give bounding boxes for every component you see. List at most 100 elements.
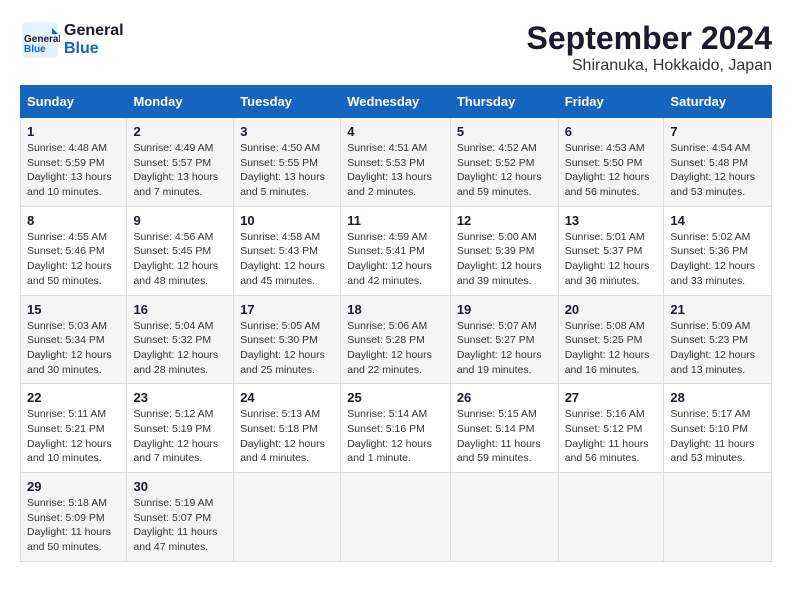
calendar-cell: 23Sunrise: 5:12 AMSunset: 5:19 PMDayligh… <box>127 384 234 473</box>
calendar-cell: 9 Sunrise: 4:56 AMSunset: 5:45 PMDaylight… <box>127 206 234 295</box>
calendar-cell: 30 Sunrise: 5:19 AMSunset: 5:07 PMDayligh… <box>127 473 234 562</box>
weekday-header-thursday: Thursday <box>450 86 558 118</box>
day-info: Sunrise: 4:52 AMSunset: 5:52 PMDaylight:… <box>457 141 552 200</box>
day-info: Sunrise: 5:17 AMSunset: 5:10 PMDaylight:… <box>670 407 765 466</box>
calendar-cell: 16Sunrise: 5:04 AMSunset: 5:32 PMDayligh… <box>127 295 234 384</box>
day-info: Sunrise: 4:48 AMSunset: 5:59 PMDaylight:… <box>27 141 120 200</box>
calendar-week-row: 15Sunrise: 5:03 AMSunset: 5:34 PMDayligh… <box>21 295 772 384</box>
calendar-cell: 25 Sunrise: 5:14 AMSunset: 5:16 PMDayligh… <box>341 384 451 473</box>
day-number: 12 <box>457 213 552 228</box>
day-number: 30 <box>133 479 227 494</box>
day-info: Sunrise: 4:56 AMSunset: 5:45 PMDaylight:… <box>133 230 227 289</box>
day-info: Sunrise: 5:14 AMSunset: 5:16 PMDaylight:… <box>347 407 444 466</box>
day-info: Sunrise: 4:59 AMSunset: 5:41 PMDaylight:… <box>347 230 444 289</box>
day-number: 25 <box>347 390 444 405</box>
calendar-cell: 4Sunrise: 4:51 AMSunset: 5:53 PMDaylight… <box>341 118 451 207</box>
weekday-header-sunday: Sunday <box>21 86 127 118</box>
day-info: Sunrise: 5:02 AMSunset: 5:36 PMDaylight:… <box>670 230 765 289</box>
calendar-week-row: 22Sunrise: 5:11 AMSunset: 5:21 PMDayligh… <box>21 384 772 473</box>
calendar-cell: 28 Sunrise: 5:17 AMSunset: 5:10 PMDayligh… <box>664 384 772 473</box>
day-info: Sunrise: 5:06 AMSunset: 5:28 PMDaylight:… <box>347 319 444 378</box>
day-info: Sunrise: 4:50 AMSunset: 5:55 PMDaylight:… <box>240 141 334 200</box>
day-number: 14 <box>670 213 765 228</box>
calendar-cell: 21 Sunrise: 5:09 AMSunset: 5:23 PMDayligh… <box>664 295 772 384</box>
day-number: 6 <box>565 124 658 139</box>
calendar-cell <box>558 473 664 562</box>
calendar-cell: 17 Sunrise: 5:05 AMSunset: 5:30 PMDayligh… <box>234 295 341 384</box>
calendar-cell: 12 Sunrise: 5:00 AMSunset: 5:39 PMDayligh… <box>450 206 558 295</box>
calendar-cell: 14 Sunrise: 5:02 AMSunset: 5:36 PMDayligh… <box>664 206 772 295</box>
day-info: Sunrise: 5:09 AMSunset: 5:23 PMDaylight:… <box>670 319 765 378</box>
day-info: Sunrise: 5:08 AMSunset: 5:25 PMDaylight:… <box>565 319 658 378</box>
month-title: September 2024 <box>527 20 772 57</box>
weekday-header-tuesday: Tuesday <box>234 86 341 118</box>
day-info: Sunrise: 5:18 AMSunset: 5:09 PMDaylight:… <box>27 496 120 555</box>
calendar-cell: 6 Sunrise: 4:53 AMSunset: 5:50 PMDaylight… <box>558 118 664 207</box>
day-info: Sunrise: 5:07 AMSunset: 5:27 PMDaylight:… <box>457 319 552 378</box>
day-info: Sunrise: 5:00 AMSunset: 5:39 PMDaylight:… <box>457 230 552 289</box>
day-number: 29 <box>27 479 120 494</box>
weekday-header-wednesday: Wednesday <box>341 86 451 118</box>
calendar-week-row: 1 Sunrise: 4:48 AMSunset: 5:59 PMDaylight… <box>21 118 772 207</box>
day-number: 17 <box>240 302 334 317</box>
calendar-cell: 13 Sunrise: 5:01 AMSunset: 5:37 PMDayligh… <box>558 206 664 295</box>
logo-blue-text: Blue <box>64 40 124 58</box>
calendar-cell: 24 Sunrise: 5:13 AMSunset: 5:18 PMDayligh… <box>234 384 341 473</box>
calendar-week-row: 8Sunrise: 4:55 AMSunset: 5:46 PMDaylight… <box>21 206 772 295</box>
calendar-cell <box>450 473 558 562</box>
title-section: September 2024 Shiranuka, Hokkaido, Japa… <box>527 20 772 75</box>
day-info: Sunrise: 4:58 AMSunset: 5:43 PMDaylight:… <box>240 230 334 289</box>
day-number: 3 <box>240 124 334 139</box>
calendar-cell: 10 Sunrise: 4:58 AMSunset: 5:43 PMDayligh… <box>234 206 341 295</box>
day-info: Sunrise: 5:05 AMSunset: 5:30 PMDaylight:… <box>240 319 334 378</box>
calendar-cell: 27Sunrise: 5:16 AMSunset: 5:12 PMDayligh… <box>558 384 664 473</box>
day-info: Sunrise: 5:01 AMSunset: 5:37 PMDaylight:… <box>565 230 658 289</box>
calendar-week-row: 29 Sunrise: 5:18 AMSunset: 5:09 PMDayligh… <box>21 473 772 562</box>
calendar-cell: 20 Sunrise: 5:08 AMSunset: 5:25 PMDayligh… <box>558 295 664 384</box>
day-number: 24 <box>240 390 334 405</box>
calendar-cell: 3 Sunrise: 4:50 AMSunset: 5:55 PMDaylight… <box>234 118 341 207</box>
day-number: 27 <box>565 390 658 405</box>
calendar-cell: 26 Sunrise: 5:15 AMSunset: 5:14 PMDayligh… <box>450 384 558 473</box>
day-number: 4 <box>347 124 444 139</box>
day-info: Sunrise: 4:55 AMSunset: 5:46 PMDaylight:… <box>27 230 120 289</box>
calendar-cell: 18 Sunrise: 5:06 AMSunset: 5:28 PMDayligh… <box>341 295 451 384</box>
day-number: 2 <box>133 124 227 139</box>
weekday-header-saturday: Saturday <box>664 86 772 118</box>
calendar-cell: 2 Sunrise: 4:49 AMSunset: 5:57 PMDaylight… <box>127 118 234 207</box>
calendar-cell: 5Sunrise: 4:52 AMSunset: 5:52 PMDaylight… <box>450 118 558 207</box>
calendar-cell <box>664 473 772 562</box>
calendar-cell: 22Sunrise: 5:11 AMSunset: 5:21 PMDayligh… <box>21 384 127 473</box>
weekday-header-friday: Friday <box>558 86 664 118</box>
day-number: 9 <box>133 213 227 228</box>
day-number: 1 <box>27 124 120 139</box>
day-info: Sunrise: 4:54 AMSunset: 5:48 PMDaylight:… <box>670 141 765 200</box>
calendar-cell: 7Sunrise: 4:54 AMSunset: 5:48 PMDaylight… <box>664 118 772 207</box>
day-number: 28 <box>670 390 765 405</box>
day-number: 13 <box>565 213 658 228</box>
day-info: Sunrise: 4:53 AMSunset: 5:50 PMDaylight:… <box>565 141 658 200</box>
weekday-header-row: SundayMondayTuesdayWednesdayThursdayFrid… <box>21 86 772 118</box>
day-number: 23 <box>133 390 227 405</box>
calendar-cell: 8Sunrise: 4:55 AMSunset: 5:46 PMDaylight… <box>21 206 127 295</box>
day-info: Sunrise: 4:49 AMSunset: 5:57 PMDaylight:… <box>133 141 227 200</box>
day-info: Sunrise: 5:13 AMSunset: 5:18 PMDaylight:… <box>240 407 334 466</box>
day-number: 10 <box>240 213 334 228</box>
weekday-header-monday: Monday <box>127 86 234 118</box>
logo: General Blue General Blue <box>20 20 124 60</box>
day-number: 11 <box>347 213 444 228</box>
calendar-cell <box>234 473 341 562</box>
page-header: General Blue General Blue September 2024… <box>20 20 772 75</box>
svg-text:Blue: Blue <box>24 44 46 55</box>
day-number: 26 <box>457 390 552 405</box>
day-number: 20 <box>565 302 658 317</box>
day-number: 22 <box>27 390 120 405</box>
calendar-table: SundayMondayTuesdayWednesdayThursdayFrid… <box>20 85 772 562</box>
day-number: 21 <box>670 302 765 317</box>
day-number: 15 <box>27 302 120 317</box>
day-info: Sunrise: 5:15 AMSunset: 5:14 PMDaylight:… <box>457 407 552 466</box>
day-number: 19 <box>457 302 552 317</box>
day-number: 18 <box>347 302 444 317</box>
day-info: Sunrise: 5:04 AMSunset: 5:32 PMDaylight:… <box>133 319 227 378</box>
day-info: Sunrise: 5:19 AMSunset: 5:07 PMDaylight:… <box>133 496 227 555</box>
